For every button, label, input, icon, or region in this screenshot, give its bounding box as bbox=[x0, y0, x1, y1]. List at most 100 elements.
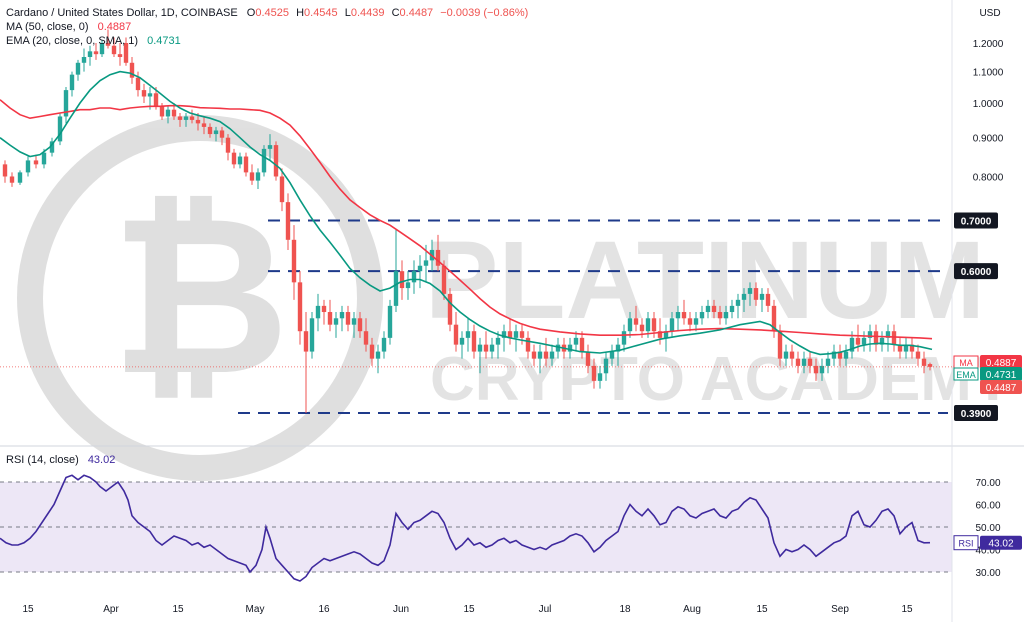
candle-body bbox=[711, 305, 717, 313]
candle-body bbox=[513, 331, 519, 338]
candle-body bbox=[405, 282, 411, 289]
candle-body bbox=[41, 152, 47, 165]
candle-body bbox=[183, 116, 189, 120]
candle-body bbox=[921, 358, 927, 366]
level-tag-label: 0.7000 bbox=[961, 216, 992, 227]
candle-body bbox=[735, 299, 741, 306]
candle-body bbox=[321, 305, 327, 313]
candle-body bbox=[303, 331, 309, 352]
candle-body bbox=[627, 318, 633, 332]
candle-body bbox=[309, 318, 315, 352]
candle-body bbox=[381, 337, 387, 352]
candle-body bbox=[525, 337, 531, 352]
time-tick-label: 15 bbox=[901, 604, 913, 615]
candle-body bbox=[171, 109, 177, 117]
candle-body bbox=[25, 160, 31, 173]
candle-body bbox=[339, 312, 345, 319]
candle-body bbox=[33, 160, 39, 165]
candle-body bbox=[783, 351, 789, 359]
candle-body bbox=[285, 202, 291, 240]
candle-body bbox=[189, 116, 195, 120]
candle-body bbox=[669, 318, 675, 332]
price-tag-value: 0.4731 bbox=[986, 370, 1017, 381]
candle-body bbox=[279, 176, 285, 203]
candle-body bbox=[795, 358, 801, 366]
time-tick-label: Jun bbox=[393, 604, 409, 615]
candle-body bbox=[2, 164, 8, 177]
candle-body bbox=[801, 358, 807, 366]
candle-body bbox=[135, 77, 141, 91]
candle-body bbox=[213, 130, 219, 135]
time-tick-label: Jul bbox=[539, 604, 552, 615]
candle-body bbox=[141, 90, 147, 97]
watermark-title: PLATINUM bbox=[425, 219, 985, 342]
time-tick-label: 15 bbox=[756, 604, 768, 615]
price-tick-label: 1.2000 bbox=[973, 39, 1004, 50]
time-tick-label: 16 bbox=[318, 604, 330, 615]
candle-body bbox=[249, 172, 255, 181]
candle-body bbox=[219, 130, 225, 138]
rsi-tick-label: 60.00 bbox=[975, 501, 1000, 512]
watermark-subtitle: CRYPTO ACADEMY bbox=[430, 345, 1013, 414]
time-tick-label: Aug bbox=[683, 604, 701, 615]
candle-body bbox=[699, 312, 705, 319]
candle-body bbox=[471, 331, 477, 352]
candle-body bbox=[777, 331, 783, 359]
rsi-indicator-value: 43.02 bbox=[88, 454, 116, 466]
ohlc-low-value: 0.4439 bbox=[351, 7, 385, 19]
candle-body bbox=[687, 318, 693, 325]
ma-indicator-value: 0.4887 bbox=[98, 21, 132, 33]
price-tag-value: 0.4487 bbox=[986, 383, 1017, 394]
ohlc-high-value: 0.4545 bbox=[304, 7, 338, 19]
candle-body bbox=[399, 271, 405, 289]
rsi-tag-name: RSI bbox=[958, 539, 973, 549]
candle-body bbox=[393, 271, 399, 306]
price-tick-label: 0.9000 bbox=[973, 134, 1004, 145]
candle-body bbox=[597, 373, 603, 381]
candle-body bbox=[291, 239, 297, 283]
candle-body bbox=[177, 116, 183, 120]
ohlc-high-label: H bbox=[296, 7, 304, 19]
candle-body bbox=[231, 152, 237, 165]
price-tick-label: 1.0000 bbox=[973, 99, 1004, 110]
candle-body bbox=[765, 293, 771, 306]
candle-body bbox=[93, 51, 99, 55]
candle-body bbox=[891, 331, 897, 345]
candle-body bbox=[297, 282, 303, 332]
ohlc-close-label: C bbox=[392, 7, 400, 19]
candle-body bbox=[417, 265, 423, 272]
candle-body bbox=[111, 45, 117, 55]
candle-body bbox=[693, 318, 699, 325]
rsi-tick-label: 70.00 bbox=[975, 478, 1000, 489]
candle-body bbox=[207, 126, 213, 135]
legend-ema-line: EMA (20, close, 0, SMA, 1) 0.4731 bbox=[6, 35, 181, 47]
level-tag-label: 0.3900 bbox=[961, 409, 992, 420]
candle-body bbox=[195, 119, 201, 124]
candle-body bbox=[81, 57, 87, 63]
candle-body bbox=[267, 145, 273, 149]
time-tick-label: 18 bbox=[619, 604, 631, 615]
candle-body bbox=[537, 351, 543, 359]
candle-body bbox=[603, 358, 609, 374]
time-tick-label: 15 bbox=[463, 604, 475, 615]
candle-body bbox=[447, 293, 453, 325]
time-tick-label: 15 bbox=[22, 604, 34, 615]
candle-body bbox=[609, 351, 615, 359]
legend-rsi-line: RSI (14, close) 43.02 bbox=[6, 454, 115, 466]
candle-body bbox=[807, 358, 813, 366]
legend-title-line: Cardano / United States Dollar, 1D, COIN… bbox=[6, 7, 528, 19]
trading-chart[interactable]: ₿ PLATINUM CRYPTO ACADEMY 1.2000 1.1000 1.… bbox=[0, 0, 1024, 622]
candle-body bbox=[489, 344, 495, 352]
candle-body bbox=[87, 51, 93, 58]
candle-body bbox=[825, 358, 831, 366]
legend-ma-line: MA (50, close, 0) 0.4887 bbox=[6, 21, 131, 33]
ma-indicator-label: MA (50, close, 0) bbox=[6, 21, 89, 33]
svg-text:₿: ₿ bbox=[110, 173, 289, 419]
candle-body bbox=[633, 318, 639, 325]
candle-body bbox=[759, 293, 765, 300]
candle-body bbox=[153, 93, 159, 107]
candle-body bbox=[327, 312, 333, 325]
level-tag-label: 0.6000 bbox=[961, 267, 992, 278]
symbol-title: Cardano / United States Dollar, 1D, COIN… bbox=[6, 7, 238, 19]
candle-body bbox=[543, 351, 549, 359]
